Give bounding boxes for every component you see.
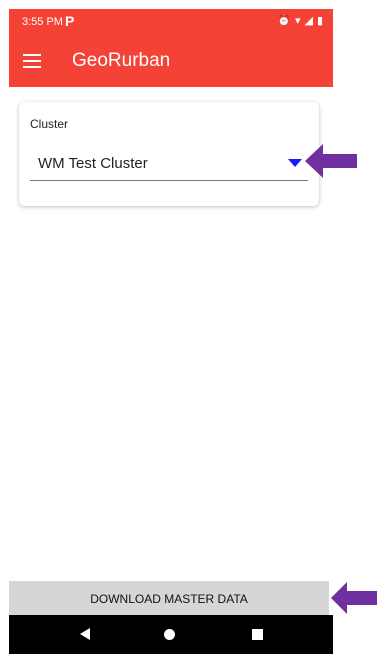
app-title: GeoRurban — [72, 50, 171, 71]
status-bar: 3:55 PM P ⏰ ▾ ◢ ▮ — [9, 9, 333, 35]
download-master-data-button[interactable]: DOWNLOAD MASTER DATA — [9, 581, 329, 615]
alarm-icon: ⏰ — [277, 15, 291, 27]
cluster-card: Cluster WM Test Cluster — [19, 102, 319, 206]
cluster-label: Cluster — [30, 117, 69, 131]
battery-icon: ▮ — [316, 15, 323, 27]
home-icon[interactable] — [164, 629, 175, 640]
notification-icon: P — [65, 13, 75, 29]
recents-icon[interactable] — [252, 629, 263, 640]
status-icons: ⏰ ▾ ◢ ▮ — [277, 14, 323, 27]
phone-screen: 3:55 PM P ⏰ ▾ ◢ ▮ GeoRurban Cluster WM T… — [0, 0, 333, 654]
back-icon[interactable] — [80, 628, 90, 640]
wifi-icon: ▾ — [294, 15, 301, 27]
cluster-selected-value: WM Test Cluster — [38, 155, 148, 172]
signal-icon: ◢ — [304, 15, 313, 27]
cluster-dropdown[interactable]: WM Test Cluster — [30, 144, 308, 181]
annotation-arrow-download — [331, 582, 377, 614]
dropdown-arrow-icon[interactable] — [288, 159, 302, 167]
annotation-arrow-dropdown — [305, 144, 357, 178]
navigation-bar — [9, 615, 333, 654]
app-bar: GeoRurban — [9, 35, 333, 87]
hamburger-menu-icon[interactable] — [23, 54, 41, 68]
status-time: 3:55 PM — [22, 16, 63, 28]
